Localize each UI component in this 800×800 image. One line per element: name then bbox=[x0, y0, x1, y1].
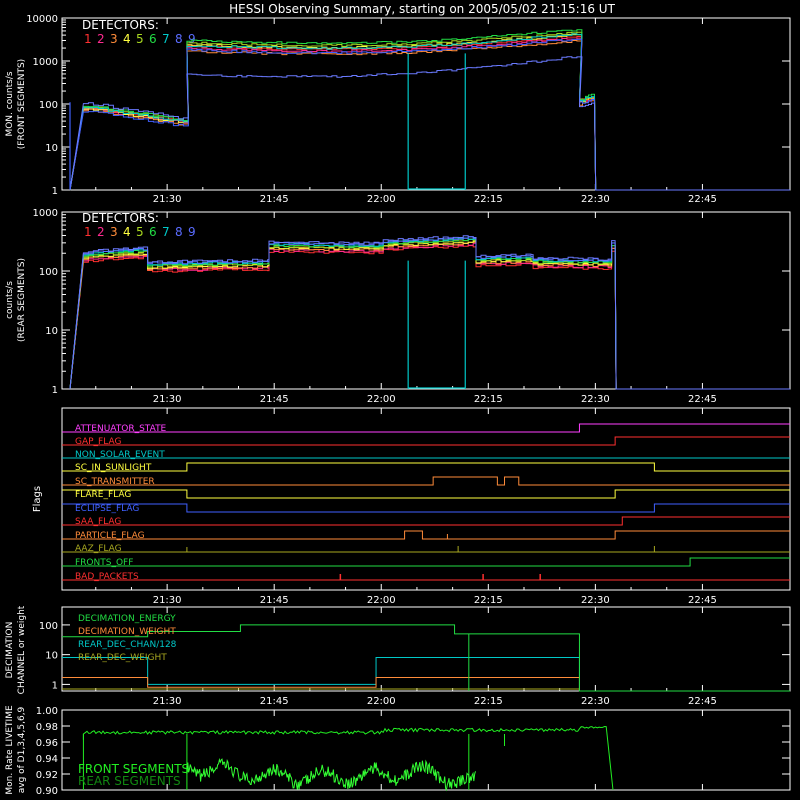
front-panel-detector-number: 6 bbox=[149, 32, 157, 46]
decimation-ytick-label: 100 bbox=[39, 621, 58, 632]
rear-panel-ylabel: counts/s bbox=[5, 281, 15, 319]
flags-panel-xtick-label: 22:15 bbox=[474, 595, 503, 606]
front-panel-ytick-label: 10000 bbox=[26, 14, 58, 25]
rear-panel-xtick-label: 22:00 bbox=[367, 394, 396, 405]
flags-panel-xtick-label: 22:45 bbox=[688, 595, 717, 606]
front-panel-detector-number: 8 bbox=[175, 32, 183, 46]
flag-label: FRONTS_OFF bbox=[75, 558, 133, 568]
flag-label: FLARE_FLAG bbox=[75, 490, 131, 500]
flag-label: SC_TRANSMITTER bbox=[75, 477, 155, 487]
front-panel-ytick-label: 10 bbox=[45, 143, 58, 154]
front-panel-detector-number: 2 bbox=[97, 32, 105, 46]
decimation-panel-xtick-label: 22:30 bbox=[581, 696, 610, 707]
rear-panel-detector-number: 5 bbox=[136, 225, 144, 239]
rear-panel-ytick-label: 100 bbox=[39, 267, 58, 278]
front-panel-ytick-label: 1 bbox=[52, 186, 58, 197]
front-panel-xtick-label: 21:45 bbox=[260, 194, 289, 205]
rear-panel-ytick-label: 1000 bbox=[33, 208, 58, 219]
front-panel-xtick-label: 22:30 bbox=[581, 194, 610, 205]
rear-panel-detector-number: 7 bbox=[162, 225, 170, 239]
flags-panel-xtick-label: 21:45 bbox=[260, 595, 289, 606]
rear-panel-ytick-label: 10 bbox=[45, 326, 58, 337]
flags-panel-xtick-label: 22:30 bbox=[581, 595, 610, 606]
rear-panel-detector-number: 6 bbox=[149, 225, 157, 239]
decimation-panel-xtick-label: 22:00 bbox=[367, 696, 396, 707]
livetime-ytick-label: 0.94 bbox=[36, 754, 58, 765]
front-panel-ylabel: MON. counts/s bbox=[5, 71, 15, 136]
decimation-panel-xtick-label: 21:45 bbox=[260, 696, 289, 707]
livetime-ytick-label: 1.00 bbox=[36, 706, 58, 717]
flag-label: NON_SOLAR_EVENT bbox=[75, 450, 165, 460]
flag-label: GAP_FLAG bbox=[75, 437, 121, 447]
rear-panel-detector-number: 9 bbox=[188, 225, 196, 239]
livetime-ytick-label: 0.92 bbox=[36, 770, 58, 781]
decimation-panel-xtick-label: 21:30 bbox=[153, 696, 182, 707]
front-panel-detector-number: 7 bbox=[162, 32, 170, 46]
rear-panel-xtick-label: 22:30 bbox=[581, 394, 610, 405]
rear-panel-xtick-label: 21:45 bbox=[260, 394, 289, 405]
decimation-ytick-label: 1 bbox=[52, 680, 58, 691]
livetime-ytick-label: 0.98 bbox=[36, 722, 58, 733]
livetime-ytick-label: 0.96 bbox=[36, 738, 58, 749]
flags-panel-ylabel: Flags bbox=[32, 486, 43, 512]
front-panel-detector-number: 1 bbox=[84, 32, 92, 46]
decimation-panel-ylabel-2: CHANNEL or weight bbox=[17, 605, 27, 694]
rear-panel-detector-number: 4 bbox=[123, 225, 131, 239]
rear-panel-ytick-label: 1 bbox=[52, 385, 58, 396]
front-panel-ytick-label: 100 bbox=[39, 100, 58, 111]
flag-label: PARTICLE_FLAG bbox=[75, 531, 145, 541]
flag-label: ATTENUATOR_STATE bbox=[75, 424, 167, 434]
front-panel-xtick-label: 22:45 bbox=[688, 194, 717, 205]
flag-label: SC_IN_SUNLIGHT bbox=[75, 463, 152, 473]
decimation-ytick-label: 10 bbox=[45, 651, 58, 662]
front-panel-detector-number: 9 bbox=[188, 32, 196, 46]
decimation-legend-label: REAR_DEC_WEIGHT bbox=[78, 653, 167, 663]
front-panel-detector-number: 5 bbox=[136, 32, 144, 46]
chart-title: HESSI Observing Summary, starting on 200… bbox=[229, 2, 615, 16]
observing-summary-chart: HESSI Observing Summary, starting on 200… bbox=[0, 0, 800, 800]
decimation-legend-label: DECIMATION_WEIGHT bbox=[78, 627, 176, 637]
rear-panel-ylabel-2: (REAR SEGMENTS) bbox=[17, 258, 27, 342]
rear-panel-xtick-label: 21:30 bbox=[153, 394, 182, 405]
livetime-panel-ylabel-2: avg of D1,3,4,5,6,9 bbox=[17, 706, 27, 793]
rear-panel-xtick-label: 22:45 bbox=[688, 394, 717, 405]
flags-panel-xtick-label: 22:00 bbox=[367, 595, 396, 606]
decimation-legend-label: REAR_DEC_CHAN/128 bbox=[78, 640, 177, 650]
decimation-legend-label: DECIMATION_ENERGY bbox=[78, 614, 176, 624]
front-panel-detector-number: 4 bbox=[123, 32, 131, 46]
front-panel-detectors-label: DETECTORS: bbox=[82, 18, 159, 32]
front-panel-xtick-label: 22:00 bbox=[367, 194, 396, 205]
front-panel-ylabel-2: (FRONT SEGMENTS) bbox=[17, 59, 27, 149]
decimation-panel-xtick-label: 22:15 bbox=[474, 696, 503, 707]
rear-panel-detector-number: 3 bbox=[110, 225, 118, 239]
front-panel-xtick-label: 22:15 bbox=[474, 194, 503, 205]
livetime-legend-rear: REAR SEGMENTS bbox=[78, 774, 181, 788]
decimation-panel-ylabel: DECIMATION bbox=[5, 622, 15, 679]
rear-panel-detector-number: 8 bbox=[175, 225, 183, 239]
flag-label: AAZ_FLAG bbox=[75, 544, 122, 554]
flags-panel-xtick-label: 21:30 bbox=[153, 595, 182, 606]
front-panel-detector-number: 3 bbox=[110, 32, 118, 46]
flag-label: SAA_FLAG bbox=[75, 517, 121, 527]
rear-panel-xtick-label: 22:15 bbox=[474, 394, 503, 405]
rear-panel-detector-number: 2 bbox=[97, 225, 105, 239]
flag-label: ECLIPSE_FLAG bbox=[75, 504, 139, 514]
rear-panel-detectors-label: DETECTORS: bbox=[82, 211, 159, 225]
rear-panel-detector-number: 1 bbox=[84, 225, 92, 239]
decimation-panel-xtick-label: 22:45 bbox=[688, 696, 717, 707]
front-panel-ytick-label: 1000 bbox=[33, 57, 58, 68]
flag-label: BAD_PACKETS bbox=[75, 572, 139, 582]
livetime-panel-ylabel: Mon. Rate LIVETIME bbox=[5, 705, 15, 795]
front-panel-xtick-label: 21:30 bbox=[153, 194, 182, 205]
livetime-ytick-label: 0.90 bbox=[36, 786, 58, 797]
